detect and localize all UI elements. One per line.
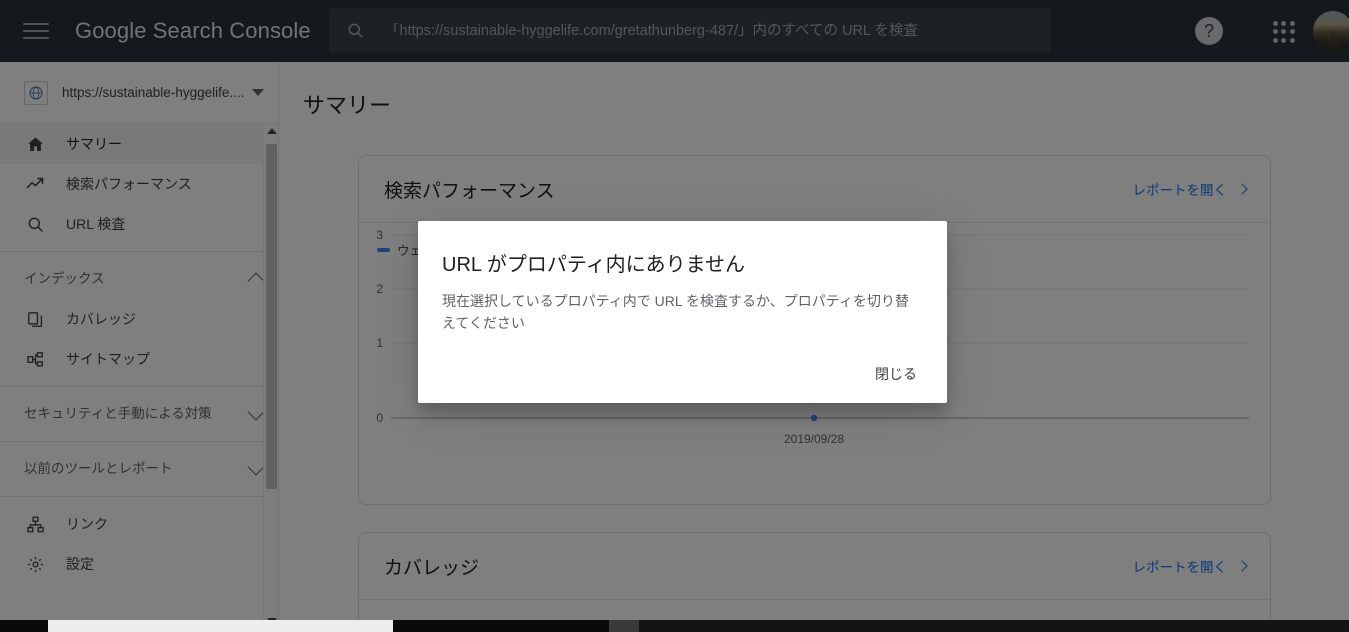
dialog-message: 現在選択しているプロパティ内で URL を検査するか、プロパティを切り替えてくだ…	[442, 293, 909, 331]
search-console-app: Google Search Console ?	[0, 0, 1349, 632]
dialog-title: URL がプロパティ内にありません	[442, 254, 746, 276]
os-taskbar	[0, 620, 1349, 632]
url-not-in-property-dialog: URL がプロパティ内にありません 現在選択しているプロパティ内で URL を検…	[418, 221, 947, 403]
taskbar-active-window[interactable]	[48, 620, 393, 632]
dialog-actions: 閉じる	[861, 355, 931, 393]
close-button[interactable]: 閉じる	[861, 355, 931, 393]
taskbar-segment	[393, 620, 609, 632]
taskbar-segment	[0, 620, 48, 632]
taskbar-segment	[609, 620, 639, 632]
taskbar-segment	[639, 620, 1349, 632]
